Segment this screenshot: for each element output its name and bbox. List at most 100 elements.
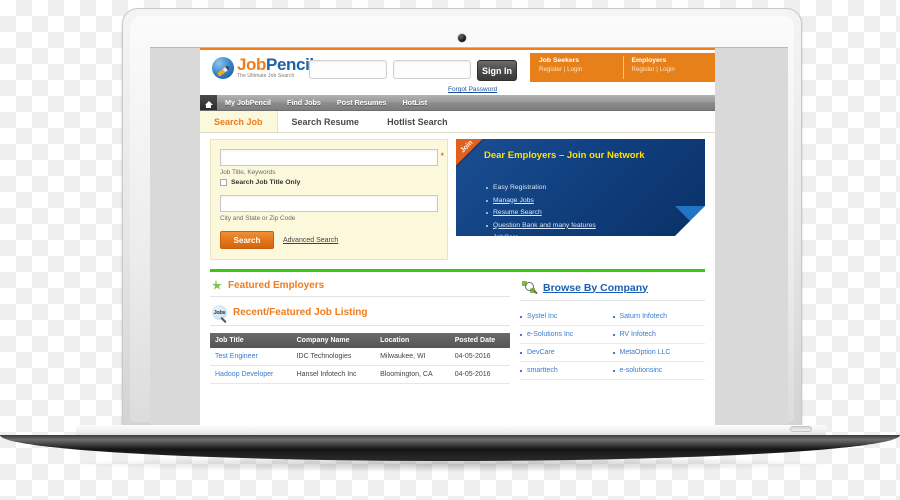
cell-job-title[interactable]: Test Engineer xyxy=(210,348,292,366)
listings-column: Featured Employers Jobs Recent/Featured … xyxy=(210,272,510,384)
search-magnifier-icon xyxy=(522,280,538,295)
company-column-left: Systel Inc e-Solutions Inc DevCare smart… xyxy=(520,308,613,380)
cell-company-name: IDC Technologies xyxy=(291,348,376,366)
browse-column: Browse By Company Systel Inc e-Solutions… xyxy=(520,272,705,384)
cell-job-title[interactable]: Hadoop Developer xyxy=(210,365,292,384)
laptop-lid: JobPencil The Ultimate Job Search Sign I… xyxy=(122,8,802,428)
nav-item-post-resumes[interactable]: Post Resumes xyxy=(329,98,395,107)
search-job-title-only-checkbox[interactable] xyxy=(220,179,227,186)
job-seekers-login-link[interactable]: Login xyxy=(567,66,582,73)
company-column-right: Saturn Infotech RV Infotech MetaOption L… xyxy=(612,308,705,380)
promo-item-jobcare[interactable]: JobCare xyxy=(486,232,596,236)
job-seekers-group: Job Seekers Register | Login xyxy=(530,53,623,82)
nav-item-hotlist[interactable]: HotList xyxy=(394,98,435,107)
pencil-globe-icon xyxy=(212,56,234,79)
nav-item-my-jobpencil[interactable]: My JobPencil xyxy=(217,98,279,107)
search-column: * Job Title, Keywords Search Job Title O… xyxy=(210,139,448,260)
column-location: Location xyxy=(375,333,450,348)
cell-posted-date: 04-05-2016 xyxy=(449,365,510,384)
nav-items: My JobPencil Find Jobs Post Resumes HotL… xyxy=(217,95,435,110)
job-seekers-separator: | xyxy=(563,66,566,74)
search-actions: Search Advanced Search xyxy=(220,231,438,249)
magnifier-handle xyxy=(533,289,538,295)
site-header: JobPencil The Ultimate Job Search Sign I… xyxy=(200,50,715,95)
promo-item-easy-registration: Easy Registration xyxy=(486,182,596,195)
main-navigation: My JobPencil Find Jobs Post Resumes HotL… xyxy=(200,95,715,111)
column-posted-date: Posted Date xyxy=(449,333,510,348)
company-grid: Systel Inc e-Solutions Inc DevCare smart… xyxy=(520,308,705,380)
list-item[interactable]: smarttech xyxy=(520,362,613,380)
cell-location: Milwaukee, WI xyxy=(375,348,450,366)
employers-promo-banner[interactable]: Join Dear Employers – Join our Network E… xyxy=(456,139,705,236)
job-listing-table: Job Title Company Name Location Posted D… xyxy=(210,333,510,384)
employers-separator: | xyxy=(656,66,658,74)
webpage: JobPencil The Ultimate Job Search Sign I… xyxy=(200,48,715,426)
search-tabs: Search Job Search Resume Hotlist Search xyxy=(200,111,715,133)
jobs-magnifier-icon: Jobs xyxy=(212,305,227,320)
cell-location: Bloomington, CA xyxy=(375,365,450,384)
list-item[interactable]: RV Infotech xyxy=(612,326,705,344)
job-seekers-register-link[interactable]: Register xyxy=(539,66,562,73)
sign-in-button[interactable]: Sign In xyxy=(477,60,517,81)
promo-corner-fold xyxy=(675,206,705,236)
logo-wordmark: JobPencil xyxy=(237,56,314,73)
location-hint: City and State or Zip Code xyxy=(220,215,296,222)
location-input[interactable] xyxy=(220,195,438,212)
promo-item-manage-jobs[interactable]: Manage Jobs xyxy=(486,195,596,208)
featured-employers-header: Featured Employers xyxy=(210,272,510,297)
location-field-row xyxy=(220,195,438,213)
logo-word-pencil: Pencil xyxy=(266,55,314,74)
table-row[interactable]: Hadoop Developer Hansel Infotech Inc Blo… xyxy=(210,365,510,384)
tab-search-resume[interactable]: Search Resume xyxy=(278,111,374,132)
list-item[interactable]: Systel Inc xyxy=(520,308,613,326)
search-job-title-only-label: Search Job Title Only xyxy=(231,179,301,186)
promo-item-question-bank[interactable]: Question Bank and many features xyxy=(486,220,596,233)
list-item[interactable]: e-solutionsinc xyxy=(612,362,705,380)
promo-feature-list: Easy Registration Manage Jobs Resume Sea… xyxy=(486,182,596,236)
table-row[interactable]: Test Engineer IDC Technologies Milwaukee… xyxy=(210,348,510,366)
employers-register-link[interactable]: Register xyxy=(632,66,655,73)
column-job-title: Job Title xyxy=(210,333,292,348)
lower-columns: Featured Employers Jobs Recent/Featured … xyxy=(200,272,715,384)
promo-item-resume-search[interactable]: Resume Search xyxy=(486,207,596,220)
logo-word-job: Job xyxy=(237,55,267,74)
laptop-drop-shadow xyxy=(70,456,830,472)
home-icon xyxy=(204,100,213,108)
job-title-only-row: Search Job Title Only xyxy=(220,179,438,186)
featured-employers-title: Featured Employers xyxy=(228,280,325,291)
laptop-port-indicator xyxy=(790,426,812,432)
employers-title: Employers xyxy=(631,57,667,64)
tab-search-job[interactable]: Search Job xyxy=(200,111,278,132)
username-input[interactable] xyxy=(309,60,387,79)
employers-login-link[interactable]: Login xyxy=(660,66,675,73)
cell-posted-date: 04-05-2016 xyxy=(449,348,510,366)
promo-column: Join Dear Employers – Join our Network E… xyxy=(456,139,705,260)
advanced-search-link[interactable]: Advanced Search xyxy=(283,237,338,244)
search-button[interactable]: Search xyxy=(220,231,274,249)
job-seekers-links: Register | Login xyxy=(539,65,623,74)
browse-by-company-title[interactable]: Browse By Company xyxy=(543,282,648,294)
keyword-input[interactable] xyxy=(220,149,438,166)
list-item[interactable]: Saturn Infotech xyxy=(612,308,705,326)
webcam-icon xyxy=(458,34,466,42)
list-item[interactable]: MetaOption LLC xyxy=(612,344,705,362)
join-ribbon: Join xyxy=(456,139,488,168)
job-table-head: Job Title Company Name Location Posted D… xyxy=(210,333,510,348)
join-ribbon-label: Join xyxy=(459,139,475,155)
keyword-hint: Job Title, Keywords xyxy=(220,169,276,176)
job-table-header-row: Job Title Company Name Location Posted D… xyxy=(210,333,510,348)
tab-hotlist-search[interactable]: Hotlist Search xyxy=(373,111,462,132)
forgot-password-link[interactable]: Forgot Password xyxy=(448,86,497,93)
nav-home-button[interactable] xyxy=(200,95,217,110)
job-search-form: * Job Title, Keywords Search Job Title O… xyxy=(210,139,448,260)
list-item[interactable]: e-Solutions Inc xyxy=(520,326,613,344)
nav-item-find-jobs[interactable]: Find Jobs xyxy=(279,98,329,107)
job-table-body: Test Engineer IDC Technologies Milwaukee… xyxy=(210,348,510,384)
laptop-bezel: JobPencil The Ultimate Job Search Sign I… xyxy=(130,16,794,426)
job-seekers-title: Job Seekers xyxy=(539,57,580,64)
main-columns: * Job Title, Keywords Search Job Title O… xyxy=(200,133,715,260)
password-input[interactable] xyxy=(393,60,471,79)
list-item[interactable]: DevCare xyxy=(520,344,613,362)
site-logo[interactable]: JobPencil The Ultimate Job Search xyxy=(212,56,314,79)
logo-tagline: The Ultimate Job Search xyxy=(237,73,295,79)
